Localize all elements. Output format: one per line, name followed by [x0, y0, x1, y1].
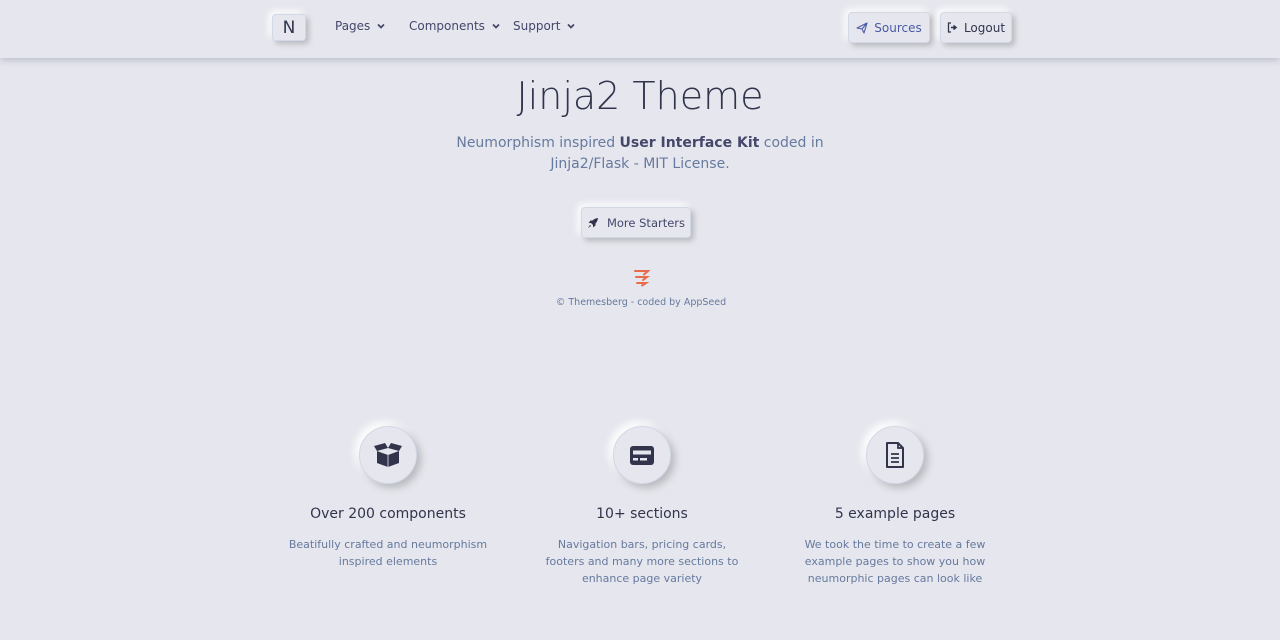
chevron-down-icon — [567, 23, 576, 29]
paper-plane-icon — [856, 21, 868, 34]
nav-item-components[interactable]: Components — [409, 19, 501, 33]
feature-description: Beatifully crafted and neumorphism inspi… — [288, 538, 488, 568]
logout-button[interactable]: Logout — [940, 12, 1012, 43]
nav-item-label: Pages — [335, 19, 371, 33]
more-starters-label: More Starters — [606, 215, 686, 230]
more-starters-button[interactable]: More Starters — [581, 207, 691, 238]
chevron-down-icon — [492, 23, 500, 29]
sign-out-icon — [947, 22, 958, 33]
feature-icon-circle — [866, 426, 924, 484]
brand-logo[interactable]: N — [272, 14, 306, 41]
nav-item-label: Support — [513, 19, 561, 33]
sources-label: Sources — [874, 20, 922, 35]
feature-description: Navigation bars, pricing cards, footers … — [545, 538, 739, 585]
feature-title: 5 example pages — [834, 506, 956, 522]
file-icon — [886, 442, 904, 468]
subtitle-text: Neumorphism inspired — [456, 135, 620, 151]
nav-item-label: Components — [409, 19, 485, 33]
feature-icon-circle — [613, 426, 671, 484]
sources-button[interactable]: Sources — [848, 12, 930, 43]
feature-description: We took the time to create a few example… — [804, 538, 986, 585]
feature-sections: 10+ sections Navigation bars, pricing ca… — [537, 426, 747, 587]
copyright-text: © Themesberg - coded by AppSeed — [555, 297, 727, 308]
credit-card-icon — [630, 445, 654, 465]
feature-icon-circle — [359, 426, 417, 484]
page-title: Jinja2 Theme — [516, 74, 764, 118]
nav-item-pages[interactable]: Pages — [335, 19, 386, 33]
top-navbar: N Pages Components Support Sources Logou… — [0, 0, 1280, 58]
nav-item-support[interactable]: Support — [513, 19, 576, 33]
feature-pages: 5 example pages We took the time to crea… — [790, 426, 1000, 587]
logout-label: Logout — [963, 20, 1006, 35]
chevron-down-icon — [377, 23, 385, 29]
box-open-icon — [374, 443, 402, 467]
hero-subtitle: Neumorphism inspired User Interface Kit … — [448, 133, 832, 175]
feature-components: Over 200 components Beatifully crafted a… — [283, 426, 493, 570]
subtitle-emphasis: User Interface Kit — [619, 135, 760, 151]
feature-title: Over 200 components — [310, 506, 466, 522]
rocket-icon — [587, 217, 598, 228]
feature-title: 10+ sections — [596, 506, 688, 522]
themesberg-logo-icon — [634, 270, 650, 287]
